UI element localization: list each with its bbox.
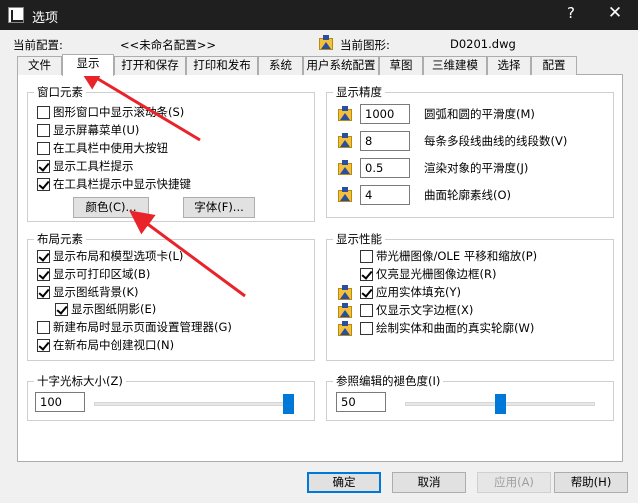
arrow-to-display-tab [77, 66, 201, 142]
arrow-to-colors-button [129, 210, 246, 298]
tab-display[interactable]: 显示 [62, 54, 114, 76]
